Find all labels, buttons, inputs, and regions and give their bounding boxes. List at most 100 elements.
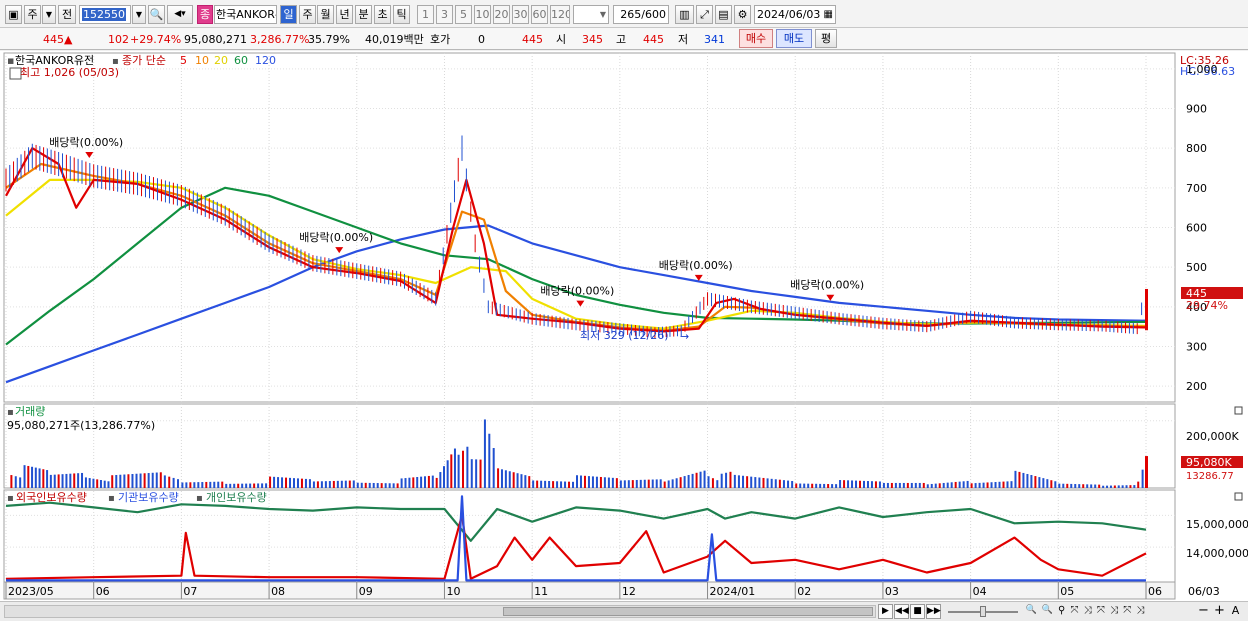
price-tick-label: 300 <box>1186 340 1207 353</box>
volume-bar <box>974 483 977 488</box>
volume-bar <box>181 482 184 488</box>
chart-area[interactable]: ▪ 한국ANKOR유전 ▪ 종가 단순 5 10 20 60 120 최고 1,… <box>0 51 1248 601</box>
volume-bar <box>750 476 753 488</box>
date-input[interactable]: 2024/06/03 ▦ <box>754 5 836 24</box>
volume-bar <box>348 480 351 488</box>
period-button-1[interactable]: 주 <box>299 5 316 24</box>
play-icon[interactable]: ▶ <box>878 604 893 619</box>
buy-button[interactable]: 매수 <box>739 29 773 48</box>
interval-button-0[interactable]: 1 <box>417 5 434 24</box>
period-button-2[interactable]: 월 <box>317 5 334 24</box>
rewind-icon[interactable]: ◀◀ <box>894 604 909 619</box>
volume-bar <box>882 482 885 488</box>
interval-button-5[interactable]: 30 <box>512 5 529 24</box>
volume-bar <box>532 480 535 488</box>
retail-menu-icon[interactable]: ▪ <box>196 493 203 504</box>
period-button-3[interactable]: 년 <box>336 5 353 24</box>
volume-bar <box>384 483 387 488</box>
volume-bar <box>691 473 694 488</box>
interval-button-3[interactable]: 10 <box>474 5 491 24</box>
volume-bar <box>1098 484 1101 488</box>
interval-button-7[interactable]: 120 <box>550 5 570 24</box>
quote-bar: 445 ▲ 102 +29.74% 95,080,271 3,286.77% 3… <box>0 28 1248 50</box>
toolbar-tool-icons[interactable]: ⚲ ⤧ ⤨ ⤧ ⤨ ⤧ ⤨ <box>1058 604 1186 619</box>
custom-interval-select[interactable]: ▼ <box>573 5 609 24</box>
volume-bar <box>1121 485 1124 488</box>
period-button-5[interactable]: 초 <box>374 5 391 24</box>
stock-chart-svg[interactable]: ▪ 한국ANKOR유전 ▪ 종가 단순 5 10 20 60 120 최고 1,… <box>0 51 1248 601</box>
volume-bar <box>111 475 114 488</box>
price-tick-label: 200 <box>1186 380 1207 393</box>
forward-icon[interactable]: ▶▶ <box>926 604 941 619</box>
volume-bar <box>639 479 642 488</box>
prev-button[interactable]: 전 <box>58 5 76 24</box>
volume-bar <box>99 480 102 488</box>
inst-menu-icon[interactable]: ▪ <box>108 493 115 504</box>
horizontal-scrollbar[interactable] <box>4 605 876 618</box>
volume-bar <box>874 481 877 488</box>
interval-button-1[interactable]: 3 <box>436 5 453 24</box>
volume-bar <box>492 448 495 488</box>
volume-bar <box>954 481 957 488</box>
dropdown-arrow-icon[interactable]: ▼ <box>42 5 56 24</box>
drawing-tool-icon[interactable]: ⤢ <box>696 5 713 24</box>
holding-panel-close-icon[interactable] <box>1234 492 1243 501</box>
volume-bar <box>827 484 830 488</box>
zoom-slider-thumb[interactable] <box>980 606 986 617</box>
volume-bar <box>970 483 973 488</box>
volume-bar <box>552 481 555 488</box>
volume-bar <box>123 474 126 488</box>
speaker-icon[interactable]: ◀▾ <box>167 5 193 24</box>
window-icon[interactable]: ▣ <box>5 5 22 24</box>
volume-bar <box>34 467 37 488</box>
volume-bar <box>811 483 814 488</box>
interval-button-4[interactable]: 20 <box>493 5 510 24</box>
minus-icon[interactable]: − <box>1196 604 1211 619</box>
avg-button[interactable]: 평 <box>815 29 837 48</box>
volume-bar <box>528 476 531 488</box>
gear-icon[interactable]: ⚙ <box>734 5 751 24</box>
volume-bar <box>540 480 543 488</box>
month-label: 03 <box>885 585 899 598</box>
candle-type-icon[interactable]: ▥ <box>675 5 694 24</box>
volume-menu-icon[interactable]: ▪ <box>7 407 14 418</box>
volume-bar <box>81 472 84 488</box>
price-tick-label: 800 <box>1186 142 1207 155</box>
zoom-out-search-icon[interactable]: 🔍 <box>1040 604 1055 619</box>
period-button-4[interactable]: 분 <box>355 5 372 24</box>
stop-icon[interactable]: ■ <box>910 604 925 619</box>
volume-bar <box>221 481 224 488</box>
volume-bar <box>795 483 798 488</box>
price-tick-label: 600 <box>1186 222 1207 235</box>
stock-code-input[interactable]: 152550 <box>79 5 131 24</box>
bar-count-input[interactable]: 265/600 <box>613 5 669 24</box>
menu-dot-icon[interactable]: ▪ <box>7 54 14 67</box>
volume-bar <box>49 474 52 488</box>
volume-bar <box>950 482 953 488</box>
interval-button-6[interactable]: 60 <box>531 5 548 24</box>
code-dropdown-icon[interactable]: ▼ <box>132 5 146 24</box>
save-icon[interactable]: ▤ <box>715 5 732 24</box>
plus-icon[interactable]: + <box>1212 604 1227 619</box>
month-label: 04 <box>973 585 987 598</box>
bottom-bar: ▶ ◀◀ ■ ▶▶ 🔍 🔍 ⚲ ⤧ ⤨ ⤧ ⤨ ⤧ ⤨ − + A <box>0 601 1248 621</box>
volume-panel-close-icon[interactable] <box>1234 406 1243 415</box>
volume-bar <box>233 483 236 488</box>
period-button-0[interactable]: 일 <box>280 5 297 24</box>
volume-bar <box>815 483 818 488</box>
search-icon[interactable]: 🔍 <box>148 5 165 24</box>
scroll-thumb[interactable] <box>503 607 873 616</box>
volume-bar <box>766 478 769 488</box>
auto-scale-icon[interactable]: A <box>1228 604 1243 619</box>
volume-bar <box>19 477 22 488</box>
volume-bar <box>163 475 166 488</box>
volume-bar <box>92 478 95 488</box>
volume-bar <box>994 482 997 488</box>
period-unit-button[interactable]: 주 <box>24 5 41 24</box>
interval-button-2[interactable]: 5 <box>455 5 472 24</box>
period-button-6[interactable]: 틱 <box>393 5 410 24</box>
volume-bar <box>962 481 965 488</box>
zoom-search-icon[interactable]: 🔍 <box>1024 604 1039 619</box>
foreign-menu-icon[interactable]: ▪ <box>7 493 14 504</box>
sell-button[interactable]: 매도 <box>776 29 812 48</box>
